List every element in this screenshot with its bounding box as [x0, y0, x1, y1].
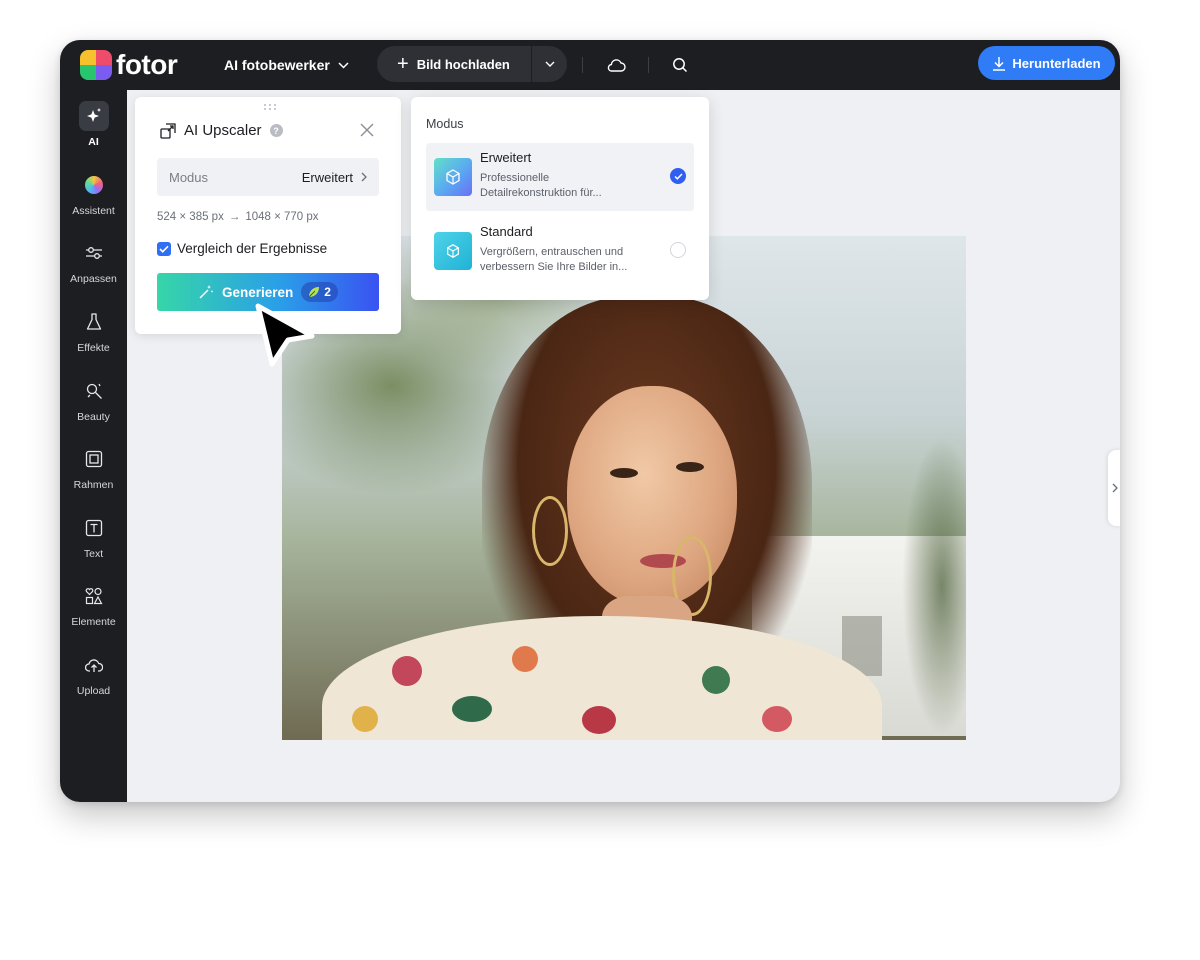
chevron-down-icon	[545, 61, 554, 67]
radio-unselected[interactable]	[670, 242, 686, 258]
sidebar-item-label: Elemente	[71, 616, 116, 628]
chevron-right-icon	[361, 172, 367, 182]
description-line: Detailrekonstruktion für...	[480, 187, 602, 199]
frame-icon	[79, 444, 109, 474]
sidebar-item-label: AI	[88, 136, 99, 148]
sidebar-item-label: Text	[83, 548, 104, 560]
description-line: Vergrößern, entrauschen und	[480, 246, 624, 258]
sidebar-item-elemente[interactable]: Elemente	[60, 581, 127, 641]
checkmark-icon	[673, 172, 683, 180]
sidebar-item-upload[interactable]: Upload	[60, 650, 127, 710]
panel-title: AI Upscaler	[184, 122, 262, 139]
download-icon	[993, 56, 1006, 71]
upload-options-button[interactable]	[532, 46, 567, 82]
sidebar-item-label: Beauty	[77, 411, 110, 423]
upload-group: + Bild hochladen	[377, 46, 567, 82]
sidebar-item-ai[interactable]: AI	[60, 101, 127, 161]
compare-checkbox[interactable]	[157, 241, 171, 256]
description-line: Professionelle	[480, 172, 550, 184]
sliders-icon	[79, 238, 109, 268]
magic-wand-icon	[199, 285, 214, 299]
generate-label: Generieren	[222, 284, 294, 300]
upscale-icon	[160, 122, 176, 139]
sidebar-item-effekte[interactable]: Effekte	[60, 307, 127, 367]
option-description: Professionelle Detailrekonstruktion für.…	[480, 171, 660, 201]
sidebar-item-text[interactable]: Text	[60, 513, 127, 573]
shapes-icon	[79, 581, 109, 611]
mode-option-erweitert[interactable]: Erweitert Professionelle Detailrekonstru…	[426, 143, 694, 211]
standard-mode-icon	[434, 232, 472, 270]
credit-count: 2	[324, 285, 331, 299]
toolbar-divider	[648, 57, 649, 73]
text-box-icon	[79, 513, 109, 543]
resolution-info: 524 × 385 px → 1048 × 770 px	[157, 211, 319, 223]
left-sidebar: AI Assistent Anpassen Effekte Beauty Rah…	[60, 90, 127, 802]
app-window: fotor AI fotobewerker + Bild hochladen H…	[60, 40, 1120, 802]
mode-option-standard[interactable]: Standard Vergrößern, entrauschen und ver…	[426, 217, 694, 285]
download-button[interactable]: Herunterladen	[978, 46, 1115, 80]
compare-label: Vergleich der Ergebnisse	[177, 241, 328, 256]
sidebar-item-label: Assistent	[72, 205, 115, 217]
option-name: Standard	[480, 224, 533, 239]
help-icon[interactable]: ?	[269, 124, 283, 137]
search-icon	[673, 58, 688, 73]
chevron-down-icon	[338, 61, 349, 69]
sidebar-item-label: Rahmen	[73, 479, 114, 491]
option-description: Vergrößern, entrauschen und verbessern S…	[480, 245, 660, 275]
panel-header: AI Upscaler ?	[160, 122, 283, 139]
credit-badge: 2	[301, 282, 338, 302]
flask-icon	[79, 307, 109, 337]
top-bar: fotor AI fotobewerker + Bild hochladen H…	[60, 40, 1120, 90]
arrow-right-icon: →	[228, 211, 241, 223]
mouse-cursor-icon	[255, 303, 315, 367]
cloud-button[interactable]	[604, 53, 628, 77]
fotor-logo-mark	[80, 50, 112, 80]
source-resolution: 524 × 385 px	[157, 211, 224, 223]
description-line: verbessern Sie Ihre Bilder in...	[480, 261, 628, 273]
upload-button[interactable]: + Bild hochladen	[377, 46, 531, 82]
mode-value: Erweitert	[301, 169, 353, 185]
option-name: Erweitert	[480, 150, 532, 165]
compare-results-toggle[interactable]: Vergleich der Ergebnisse	[157, 241, 327, 256]
enhanced-mode-icon	[434, 158, 472, 196]
sidebar-item-assistent[interactable]: Assistent	[60, 170, 127, 230]
app-menu-dropdown[interactable]: AI fotobewerker	[224, 53, 349, 77]
fotor-logo[interactable]: fotor	[80, 49, 178, 81]
close-icon[interactable]	[358, 121, 376, 139]
ai-upscaler-panel: AI Upscaler ? Modus Erweitert 524 × 385 …	[135, 97, 401, 334]
logo-text: fotor	[116, 49, 178, 80]
sidebar-item-rahmen[interactable]: Rahmen	[60, 444, 127, 504]
cloud-upload-icon	[79, 650, 109, 680]
sidebar-item-label: Effekte	[77, 342, 110, 354]
sidebar-item-label: Anpassen	[70, 273, 117, 285]
assistant-orb-icon	[79, 170, 109, 200]
app-menu-title: AI fotobewerker	[224, 57, 330, 73]
mode-selector[interactable]: Modus Erweitert	[157, 158, 379, 196]
sidebar-item-beauty[interactable]: Beauty	[60, 376, 127, 436]
plus-icon: +	[397, 53, 409, 75]
search-button[interactable]	[668, 53, 692, 77]
radio-selected[interactable]	[670, 168, 686, 184]
toolbar-divider	[582, 57, 583, 73]
dropdown-title: Modus	[426, 117, 464, 131]
drag-handle-icon[interactable]	[262, 103, 278, 111]
download-label: Herunterladen	[1012, 55, 1101, 71]
upload-label: Bild hochladen	[416, 56, 510, 72]
beauty-wand-icon	[79, 376, 109, 406]
cloud-icon	[607, 59, 626, 72]
mode-dropdown: Modus Erweitert Professionelle Detailrek…	[411, 97, 709, 300]
right-panel-toggle[interactable]	[1108, 450, 1120, 526]
leaf-icon	[308, 287, 320, 298]
sidebar-item-anpassen[interactable]: Anpassen	[60, 238, 127, 298]
chevron-right-icon	[1112, 483, 1118, 493]
mode-label: Modus	[169, 169, 209, 185]
sparkle-icon	[78, 101, 109, 131]
target-resolution: 1048 × 770 px	[245, 211, 319, 223]
sidebar-item-label: Upload	[76, 685, 111, 697]
checkmark-icon	[159, 245, 169, 253]
